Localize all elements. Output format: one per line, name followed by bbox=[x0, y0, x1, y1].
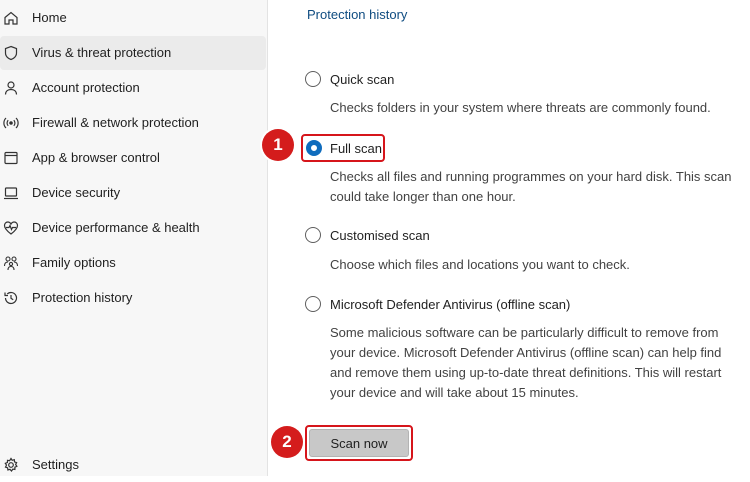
wifi-signal-icon bbox=[3, 115, 19, 131]
quick-scan-label: Quick scan bbox=[330, 72, 395, 87]
sidebar-item-account-protection[interactable]: Account protection bbox=[0, 71, 266, 105]
history-icon bbox=[3, 290, 19, 306]
offline-scan-radio[interactable] bbox=[305, 296, 321, 312]
heart-pulse-icon bbox=[3, 220, 19, 236]
sidebar-nav: Home Virus & threat protection Account p… bbox=[0, 0, 268, 476]
sidebar-item-family-options[interactable]: Family options bbox=[0, 246, 266, 280]
home-icon bbox=[3, 10, 19, 26]
app-window-icon bbox=[3, 150, 19, 166]
sidebar-item-label: Home bbox=[32, 10, 67, 25]
sidebar-item-app-browser-control[interactable]: App & browser control bbox=[0, 141, 266, 175]
sidebar-item-firewall-network-protection[interactable]: Firewall & network protection bbox=[0, 106, 266, 140]
sidebar-item-label: Settings bbox=[32, 457, 79, 472]
step-2-badge: 2 bbox=[271, 426, 303, 458]
full-scan-radio[interactable] bbox=[306, 140, 322, 156]
sidebar-item-label: Virus & threat protection bbox=[32, 45, 172, 60]
main-content: Protection history Quick scan Checks fol… bbox=[262, 0, 750, 476]
sidebar-item-device-performance-health[interactable]: Device performance & health bbox=[0, 211, 266, 245]
offline-scan-label: Microsoft Defender Antivirus (offline sc… bbox=[330, 297, 571, 312]
sidebar-item-label: Device security bbox=[32, 185, 121, 200]
sidebar-item-label: Device performance & health bbox=[32, 220, 200, 235]
sidebar-item-label: App & browser control bbox=[32, 150, 160, 165]
scan-now-button[interactable]: Scan now bbox=[309, 429, 409, 457]
family-icon bbox=[3, 255, 19, 271]
sidebar-item-label: Account protection bbox=[32, 80, 140, 95]
customised-scan-radio[interactable] bbox=[305, 227, 321, 243]
sidebar-item-home[interactable]: Home bbox=[0, 1, 266, 35]
full-scan-label: Full scan bbox=[330, 141, 383, 156]
quick-scan-radio[interactable] bbox=[305, 71, 321, 87]
person-icon bbox=[3, 80, 19, 96]
protection-history-link[interactable]: Protection history bbox=[307, 7, 407, 22]
laptop-icon bbox=[3, 185, 19, 201]
sidebar-item-device-security[interactable]: Device security bbox=[0, 176, 266, 210]
gear-icon bbox=[3, 457, 19, 473]
sidebar-item-label: Protection history bbox=[32, 290, 133, 305]
full-scan-description: Checks all files and running programmes … bbox=[330, 169, 732, 204]
quick-scan-description: Checks folders in your system where thre… bbox=[330, 100, 711, 115]
sidebar-item-label: Firewall & network protection bbox=[32, 115, 199, 130]
shield-icon bbox=[3, 45, 19, 61]
sidebar-item-protection-history[interactable]: Protection history bbox=[0, 281, 266, 315]
step-1-badge: 1 bbox=[262, 129, 294, 161]
sidebar-item-label: Family options bbox=[32, 255, 116, 270]
customised-scan-description: Choose which files and locations you wan… bbox=[330, 257, 630, 272]
sidebar-item-settings[interactable]: Settings bbox=[0, 448, 266, 482]
sidebar-item-virus-threat-protection[interactable]: Virus & threat protection bbox=[0, 36, 266, 70]
customised-scan-label: Customised scan bbox=[330, 228, 430, 243]
offline-scan-description: Some malicious software can be particula… bbox=[330, 325, 722, 400]
